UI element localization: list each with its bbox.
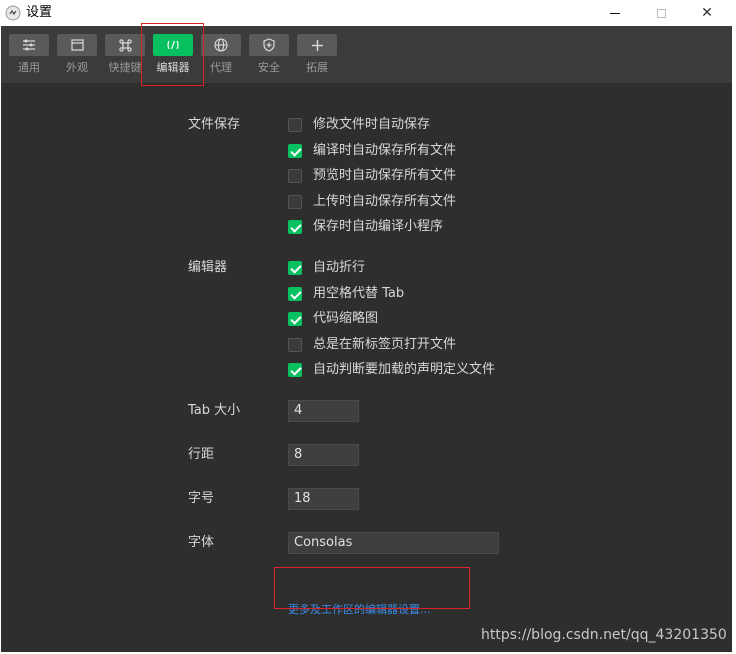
window-title: 设置	[26, 5, 53, 20]
checkbox[interactable]	[288, 312, 302, 326]
title-bar: 设置 ✕	[0, 0, 736, 26]
window-edge	[732, 26, 736, 654]
file-save-section-label: 文件保存	[188, 117, 241, 132]
checkbox[interactable]	[288, 144, 302, 158]
font-size-input[interactable]: 18	[288, 488, 359, 510]
checkbox-label: 自动判断要加载的声明定义文件	[313, 362, 496, 377]
tab-shortcuts[interactable]: 快捷键	[105, 34, 145, 79]
tab-security[interactable]: 安全	[249, 34, 289, 79]
tab-extensions[interactable]: 拓展	[297, 34, 337, 79]
option-open-in-new-tab[interactable]: 总是在新标签页打开文件	[288, 337, 456, 353]
checkbox[interactable]	[288, 338, 302, 352]
checkbox-label: 预览时自动保存所有文件	[313, 168, 457, 183]
option-autosave-on-preview[interactable]: 预览时自动保存所有文件	[288, 168, 456, 184]
tab-size-label: Tab 大小	[188, 403, 241, 418]
shield-icon	[263, 38, 275, 52]
minimize-button[interactable]	[592, 0, 638, 26]
checkbox-label: 用空格代替 Tab	[313, 286, 405, 301]
checkbox[interactable]	[288, 363, 302, 377]
option-autosave-on-modify[interactable]: 修改文件时自动保存	[288, 117, 430, 133]
checkbox[interactable]	[288, 287, 302, 301]
tab-size-input[interactable]: 4	[288, 400, 359, 422]
checkbox-label: 保存时自动编译小程序	[313, 219, 444, 234]
checkbox[interactable]	[288, 220, 302, 234]
checkbox-label: 自动折行	[313, 260, 366, 275]
line-height-label: 行距	[188, 447, 215, 462]
option-auto-load-declarations[interactable]: 自动判断要加载的声明定义文件	[288, 362, 495, 378]
close-button[interactable]: ✕	[684, 0, 730, 26]
checkbox-label: 编译时自动保存所有文件	[313, 143, 457, 158]
minimize-icon	[610, 12, 620, 14]
plus-icon	[311, 39, 323, 51]
checkbox-label: 修改文件时自动保存	[313, 117, 431, 132]
tab-general[interactable]: 通用	[9, 34, 49, 79]
checkbox[interactable]	[288, 169, 302, 183]
option-word-wrap[interactable]: 自动折行	[288, 260, 365, 276]
checkbox[interactable]	[288, 261, 302, 275]
tab-appearance[interactable]: 外观	[57, 34, 97, 79]
checkbox-label: 上传时自动保存所有文件	[313, 194, 457, 209]
window-layout-icon	[70, 39, 84, 51]
checkbox-label: 代码缩略图	[313, 311, 379, 326]
option-minimap[interactable]: 代码缩略图	[288, 311, 378, 327]
tab-proxy[interactable]: 代理	[201, 34, 241, 79]
editor-tab-highlight-box	[141, 23, 204, 86]
watermark: https://blog.csdn.net/qq_43201350	[481, 627, 727, 643]
tab-label: 拓展	[306, 61, 328, 74]
globe-icon	[214, 38, 228, 52]
checkbox-label: 总是在新标签页打开文件	[313, 337, 457, 352]
font-family-input[interactable]: Consolas	[288, 532, 499, 554]
checkbox[interactable]	[288, 195, 302, 209]
font-size-label: 字号	[188, 491, 215, 506]
command-key-icon	[118, 38, 132, 52]
font-family-label: 字体	[188, 535, 215, 550]
line-height-input[interactable]: 8	[288, 444, 359, 466]
maximize-button[interactable]	[638, 0, 684, 26]
checkbox[interactable]	[288, 118, 302, 132]
close-icon: ✕	[701, 5, 713, 21]
option-compile-on-save[interactable]: 保存时自动编译小程序	[288, 219, 443, 235]
settings-toolbar: 通用 外观 快捷键 编辑器 代理 安全 拓展	[1, 26, 732, 83]
settings-window: 通用 外观 快捷键 编辑器 代理 安全 拓展 文件保存 修改文件时自动保存 编译…	[1, 26, 732, 652]
maximize-icon	[656, 8, 666, 18]
editor-section-label: 编辑器	[188, 260, 228, 275]
wechat-devtools-app-icon	[5, 5, 21, 21]
option-autosave-on-upload[interactable]: 上传时自动保存所有文件	[288, 194, 456, 210]
option-autosave-on-compile[interactable]: 编译时自动保存所有文件	[288, 143, 456, 159]
list-settings-icon	[23, 39, 35, 51]
option-spaces-for-tab[interactable]: 用空格代替 Tab	[288, 286, 404, 302]
more-settings-highlight-box	[274, 567, 470, 609]
